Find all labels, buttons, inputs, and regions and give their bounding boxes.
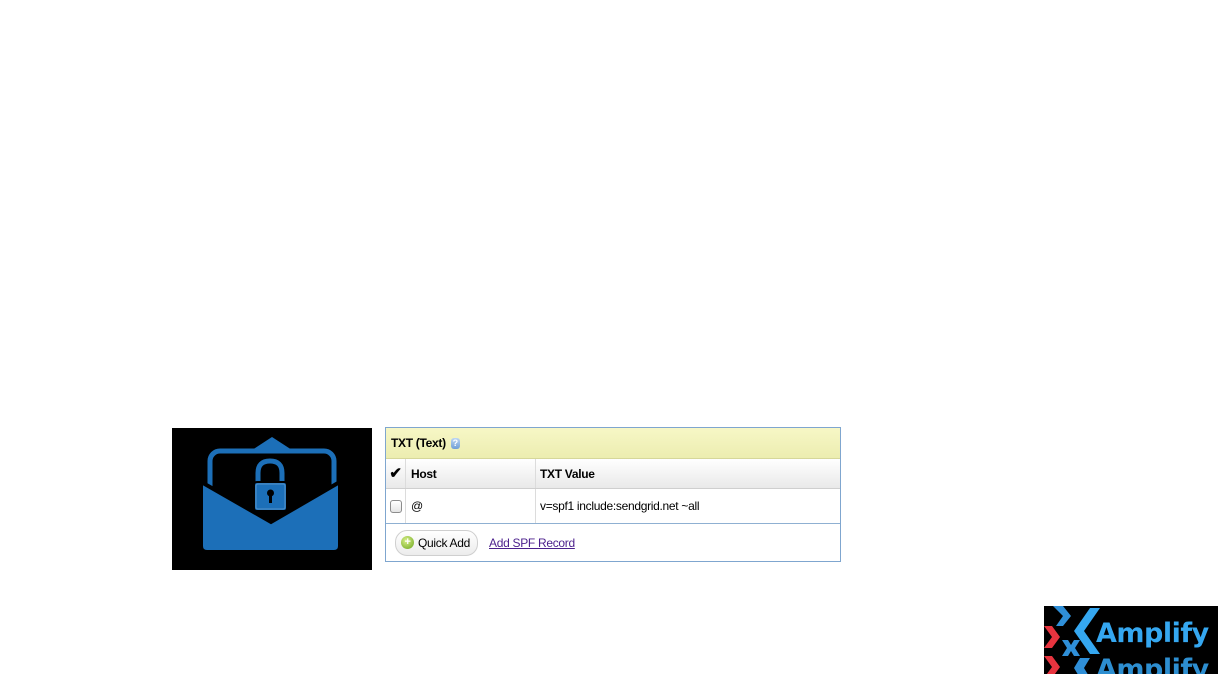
quick-add-button[interactable]: + Quick Add <box>395 529 478 556</box>
row-host: @ <box>406 489 536 523</box>
column-header-row: ✔ Host TXT Value <box>386 459 840 489</box>
amplify-mark-icon <box>1044 606 1100 674</box>
quick-add-label: Quick Add <box>418 535 470 550</box>
amplify-logo: Amplify Amplify <box>1044 606 1218 674</box>
column-host: Host <box>406 459 536 488</box>
envelope-lock-image <box>172 428 372 570</box>
slide: TXT (Text) ? ✔ Host TXT Value @ v=spf1 i… <box>0 0 1227 690</box>
checkmark-icon: ✔ <box>389 465 402 482</box>
row-txt-value: v=spf1 include:sendgrid.net ~all <box>540 499 700 513</box>
envelope-lock-icon <box>202 437 340 550</box>
question-icon[interactable]: ? <box>450 437 460 449</box>
plus-icon: + <box>401 536 414 549</box>
table-row: @ v=spf1 include:sendgrid.net ~all <box>386 489 840 524</box>
panel-footer: + Quick Add Add SPF Record <box>386 524 840 561</box>
logo-text-reflection: Amplify <box>1096 654 1209 674</box>
column-txt-value: TXT Value <box>540 466 595 481</box>
row-checkbox[interactable] <box>389 499 402 513</box>
logo-text: Amplify <box>1096 618 1209 649</box>
txt-record-panel: TXT (Text) ? ✔ Host TXT Value @ v=spf1 i… <box>385 427 841 562</box>
panel-header: TXT (Text) ? <box>386 428 840 459</box>
add-spf-record-link[interactable]: Add SPF Record <box>489 536 575 550</box>
panel-title: TXT (Text) <box>391 436 446 450</box>
row-select-cell <box>386 489 406 523</box>
select-all-column[interactable]: ✔ <box>386 459 406 488</box>
